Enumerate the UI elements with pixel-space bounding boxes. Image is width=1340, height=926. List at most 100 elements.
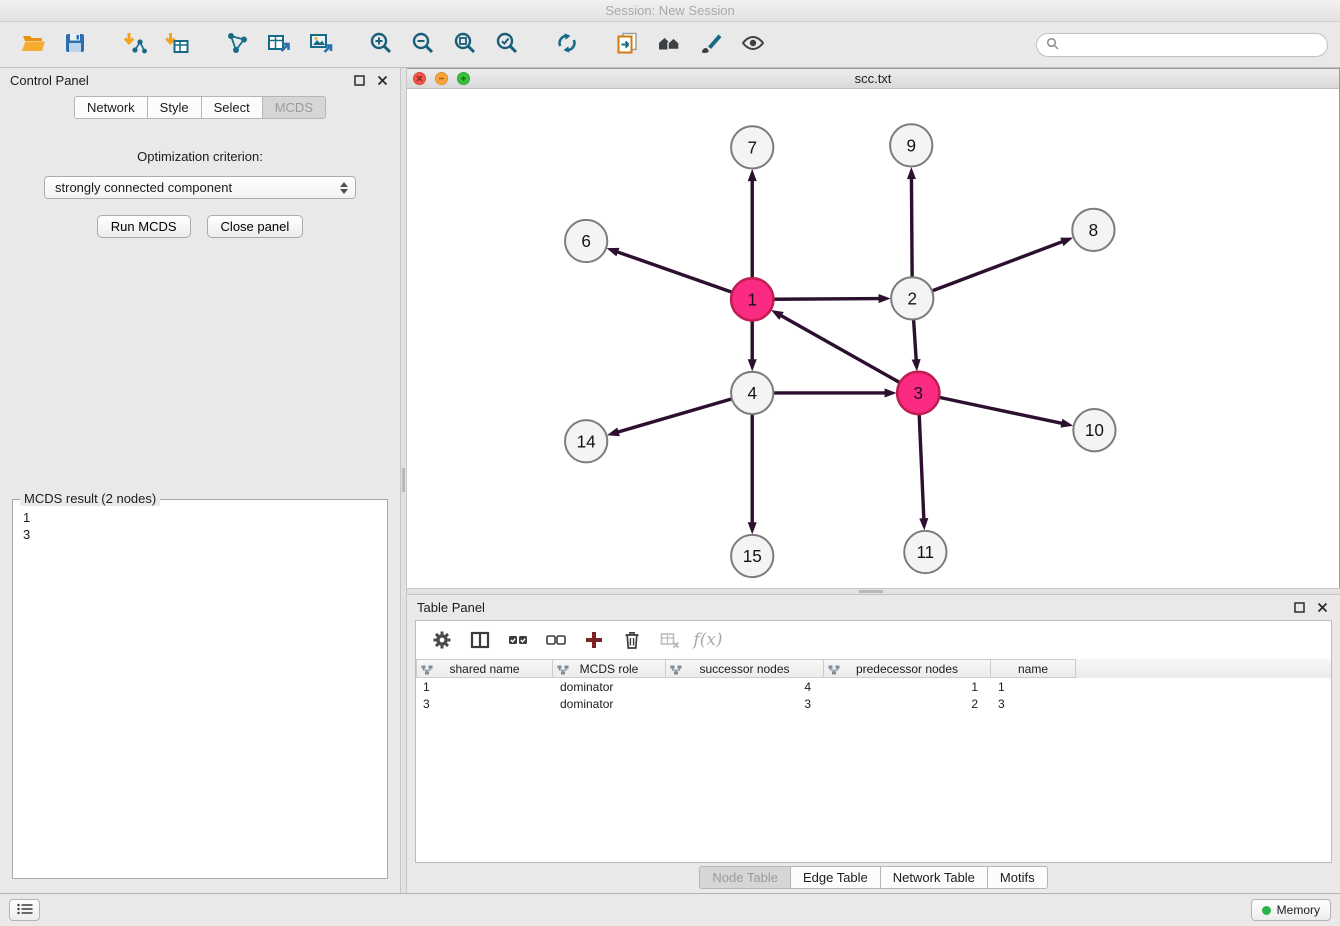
deselect-all-button[interactable]: [540, 625, 572, 655]
column-header-mcds-role[interactable]: MCDS role: [553, 659, 666, 678]
tab-mcds[interactable]: MCDS: [262, 96, 326, 119]
new-network-button[interactable]: [216, 26, 258, 64]
graph-edge[interactable]: [617, 252, 734, 293]
tab-network[interactable]: Network: [74, 96, 148, 119]
memory-label: Memory: [1277, 903, 1320, 917]
float-table-panel-icon[interactable]: [1291, 601, 1307, 615]
memory-button[interactable]: Memory: [1251, 899, 1331, 921]
table-settings-button[interactable]: [426, 625, 458, 655]
graph-node[interactable]: 4: [731, 372, 773, 414]
table-cell: 1: [991, 680, 1076, 694]
close-panel-icon[interactable]: [374, 74, 390, 88]
graph-node[interactable]: 11: [904, 531, 946, 573]
column-label: predecessor nodes: [856, 662, 958, 676]
zoom-selected-icon: [494, 30, 520, 59]
graph-node-label: 7: [747, 138, 757, 157]
mcds-result-line: 3: [23, 526, 377, 543]
export-table-button[interactable]: [258, 26, 300, 64]
close-table-panel-icon[interactable]: [1314, 601, 1330, 615]
graph-edge[interactable]: [937, 397, 1062, 423]
close-panel-button[interactable]: Close panel: [207, 215, 304, 238]
zoom-out-icon: [410, 30, 436, 59]
tab-network-table[interactable]: Network Table: [880, 866, 988, 889]
graph-edge[interactable]: [781, 316, 901, 384]
task-history-button[interactable]: [9, 899, 40, 921]
graph-edge[interactable]: [771, 299, 879, 300]
network-canvas[interactable]: 7 9 6 8 1 2 4 3 14 10 15 11: [407, 89, 1339, 590]
zoom-selected-button[interactable]: [486, 26, 528, 64]
column-type-icon: [557, 664, 569, 678]
vertical-splitter[interactable]: [400, 68, 407, 893]
minimize-window-button[interactable]: [435, 72, 448, 85]
import-network-button[interactable]: [114, 26, 156, 64]
column-label: name: [1018, 662, 1048, 676]
search-box[interactable]: [1036, 33, 1328, 57]
add-column-button[interactable]: [578, 625, 610, 655]
apply-style-button[interactable]: [690, 26, 732, 64]
column-type-icon: [828, 664, 840, 678]
zoom-fit-icon: [452, 30, 478, 59]
table-row[interactable]: 1dominator411: [416, 678, 1331, 695]
zoom-out-button[interactable]: [402, 26, 444, 64]
graph-node-label: 10: [1085, 421, 1104, 440]
graph-node-label: 3: [914, 384, 924, 403]
table-toolbar: f(x): [416, 621, 1331, 659]
column-header-shared-name[interactable]: shared name: [416, 659, 553, 678]
annotations-home-button[interactable]: [648, 26, 690, 64]
show-columns-button[interactable]: [464, 625, 496, 655]
zoom-in-button[interactable]: [360, 26, 402, 64]
select-all-button[interactable]: [502, 625, 534, 655]
status-bar: Memory: [0, 893, 1340, 926]
select-arrows-icon: [334, 182, 348, 194]
table-cell: 3: [991, 697, 1076, 711]
import-table-button[interactable]: [156, 26, 198, 64]
tab-edge-table[interactable]: Edge Table: [790, 866, 881, 889]
graph-node[interactable]: 7: [731, 126, 773, 168]
tab-motifs[interactable]: Motifs: [987, 866, 1048, 889]
zoom-fit-button[interactable]: [444, 26, 486, 64]
column-header-predecessor-nodes[interactable]: predecessor nodes: [824, 659, 991, 678]
delete-column-button[interactable]: [616, 625, 648, 655]
criterion-select[interactable]: strongly connected component: [44, 176, 356, 199]
tab-style[interactable]: Style: [147, 96, 202, 119]
graph-node[interactable]: 9: [890, 124, 932, 166]
zoom-window-button[interactable]: [457, 72, 470, 85]
graph-node[interactable]: 6: [565, 220, 607, 262]
search-icon: [1046, 37, 1059, 53]
control-panel-header: Control Panel: [0, 68, 400, 93]
graph-node[interactable]: 3: [897, 372, 939, 414]
column-header-name[interactable]: name: [991, 659, 1076, 678]
table-row[interactable]: 3dominator323: [416, 695, 1331, 712]
column-header-successor-nodes[interactable]: successor nodes: [666, 659, 824, 678]
graph-edge[interactable]: [913, 317, 916, 359]
graph-edge[interactable]: [930, 242, 1062, 292]
zoom-in-icon: [368, 30, 394, 59]
network-graph[interactable]: 7 9 6 8 1 2 4 3 14 10 15 11: [407, 89, 1339, 590]
tab-node-table[interactable]: Node Table: [699, 866, 791, 889]
clone-network-button[interactable]: [606, 26, 648, 64]
graph-edge[interactable]: [911, 179, 912, 280]
show-hide-button[interactable]: [732, 26, 774, 64]
save-session-button[interactable]: [54, 26, 96, 64]
graph-node[interactable]: 15: [731, 535, 773, 577]
open-session-button[interactable]: [12, 26, 54, 64]
open-folder-icon: [20, 30, 46, 59]
refresh-layout-button[interactable]: [546, 26, 588, 64]
graph-node-label: 9: [906, 136, 916, 155]
graph-edge[interactable]: [618, 398, 734, 432]
export-image-button[interactable]: [300, 26, 342, 64]
graph-edge[interactable]: [919, 412, 924, 519]
run-mcds-button[interactable]: Run MCDS: [97, 215, 191, 238]
graph-node[interactable]: 2: [891, 277, 933, 319]
close-window-button[interactable]: [413, 72, 426, 85]
graph-node[interactable]: 8: [1072, 209, 1114, 251]
graph-node[interactable]: 1: [731, 278, 773, 320]
search-input[interactable]: [1064, 38, 1318, 52]
control-panel: Control Panel Network Style Select MCDS …: [0, 68, 400, 893]
graph-node[interactable]: 14: [565, 420, 607, 462]
horizontal-splitter[interactable]: [407, 588, 1340, 595]
tab-select[interactable]: Select: [201, 96, 263, 119]
graph-node-label: 2: [907, 289, 917, 308]
float-panel-icon[interactable]: [351, 74, 367, 88]
graph-node[interactable]: 10: [1073, 409, 1115, 451]
